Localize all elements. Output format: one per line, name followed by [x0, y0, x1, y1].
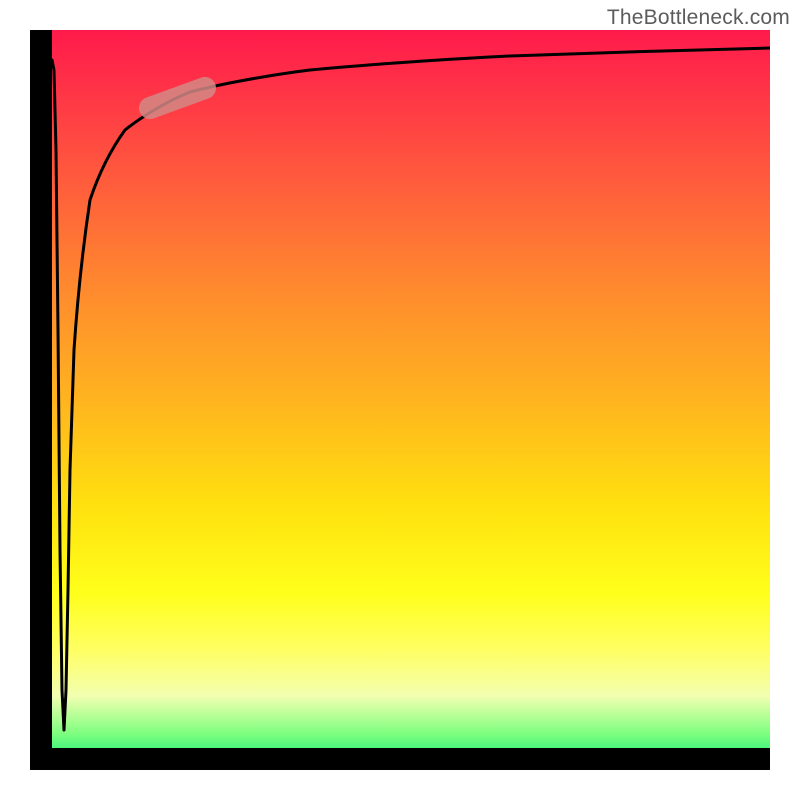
- bottleneck-curve: [52, 48, 770, 730]
- y-axis-bar: [30, 30, 52, 770]
- curve-marker: [150, 88, 205, 108]
- curve-layer: [30, 30, 770, 770]
- attribution-text: TheBottleneck.com: [607, 6, 790, 30]
- plot-area: [30, 30, 770, 770]
- x-axis-bar: [30, 748, 770, 770]
